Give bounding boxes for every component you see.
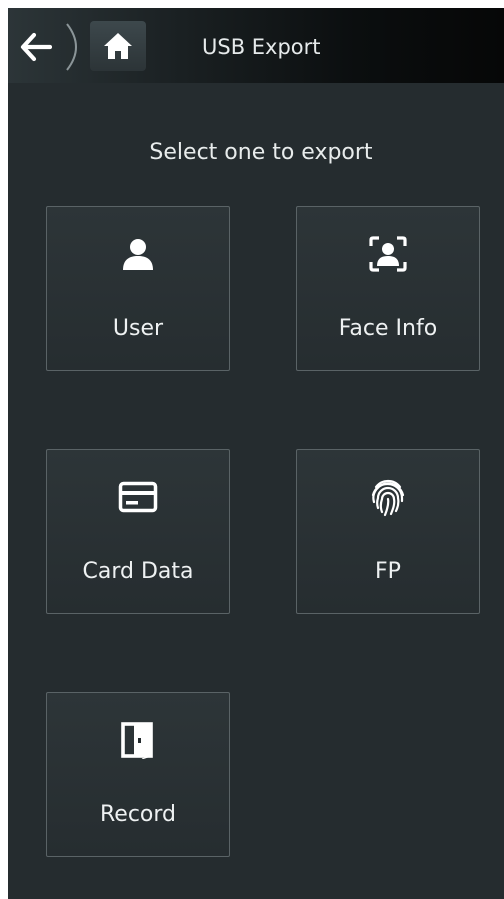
export-card-data-button[interactable]: Card Data (46, 449, 230, 614)
page-title: USB Export (202, 35, 321, 59)
tile-label-face-info: Face Info (338, 316, 438, 341)
tile-label-card-data: Card Data (82, 559, 194, 584)
export-face-info-button[interactable]: Face Info (296, 206, 480, 371)
header-bar: USB Export (8, 8, 504, 83)
export-fp-button[interactable]: FP (296, 449, 480, 614)
back-button[interactable] (8, 8, 90, 83)
arrow-left-icon (20, 32, 52, 62)
face-scan-icon (369, 236, 407, 272)
export-user-button[interactable]: User (46, 206, 230, 371)
tile-label-fp: FP (375, 559, 401, 584)
export-record-button[interactable]: Record (46, 692, 230, 857)
home-icon (104, 33, 132, 59)
export-prompt: Select one to export (149, 140, 373, 165)
card-icon (118, 481, 158, 513)
tile-label-user: User (112, 316, 164, 341)
home-button[interactable] (90, 21, 146, 71)
tile-label-record: Record (99, 802, 176, 827)
usb-export-screen: USB Export Select one to export User Fac… (8, 8, 504, 899)
header-divider (66, 23, 77, 71)
door-icon (121, 722, 153, 759)
fingerprint-icon (371, 479, 405, 517)
user-icon (123, 239, 153, 270)
